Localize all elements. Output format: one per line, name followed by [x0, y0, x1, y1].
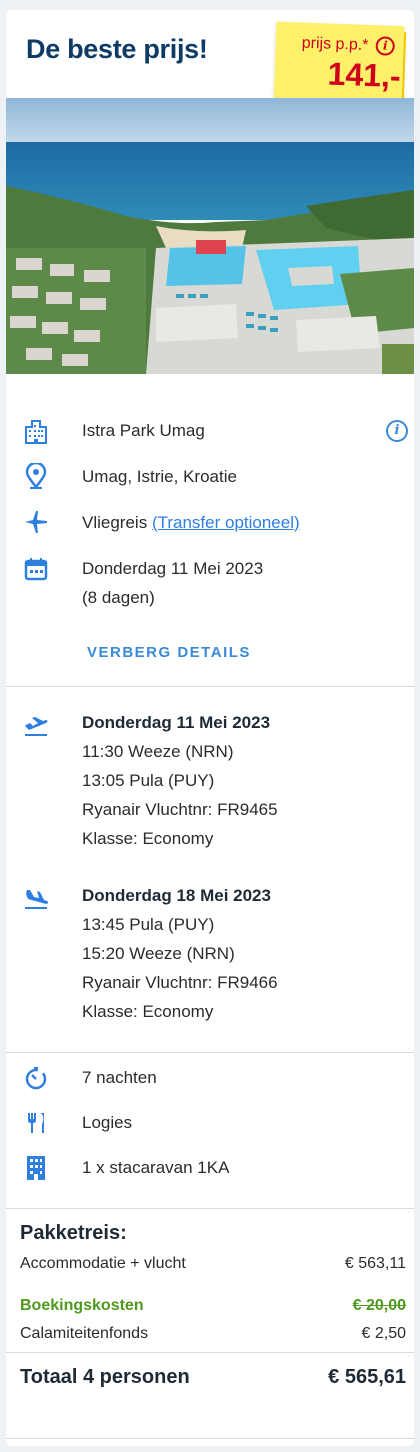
divider [6, 1208, 414, 1209]
booking-costs-label: Boekingskosten [20, 1297, 144, 1314]
accommodation-line: Accommodatie + vlucht € 563,11 [20, 1255, 406, 1273]
outbound-class: Klasse: Economy [82, 829, 214, 848]
package-title: Pakketreis: [20, 1222, 127, 1244]
arrival-icon [22, 885, 50, 913]
hotel-photo [6, 98, 414, 374]
outbound-departure: 11:30 Weeze (NRN) [82, 742, 234, 761]
transfer-optional-link[interactable]: (Transfer optioneel) [152, 513, 300, 532]
total-label: Totaal 4 personen [20, 1366, 190, 1388]
outbound-date: Donderdag 11 Mei 2023 [82, 713, 271, 732]
return-departure: 13:45 Pula (PUY) [82, 915, 215, 934]
room-building-icon [22, 1154, 50, 1182]
toggle-details-button[interactable]: VERBERG DETAILS [87, 644, 251, 661]
return-flight-number: Ryanair Vluchtnr: FR9466 [82, 973, 278, 992]
outbound-arrival: 13:05 Pula (PUY) [82, 771, 215, 790]
total-line: Totaal 4 personen € 565,61 [20, 1366, 406, 1389]
hotel-info-icon[interactable]: i [386, 420, 408, 442]
booking-costs-value: € 20,00 [352, 1297, 406, 1314]
price-value: 141,- [327, 55, 402, 95]
calamity-fund-value: € 2,50 [361, 1325, 406, 1342]
departure-icon [22, 712, 50, 740]
return-arrival: 15:20 Weeze (NRN) [82, 944, 235, 963]
fork-knife-icon [22, 1109, 50, 1137]
location-text: Umag, Istrie, Kroatie [82, 467, 237, 486]
calendar-icon [22, 555, 50, 583]
accommodation-label: Accommodatie + vlucht [20, 1255, 186, 1272]
divider [6, 1352, 414, 1353]
card-header: De beste prijs! prijs p.p.* i 141,- [6, 10, 414, 111]
accommodation-value: € 563,11 [344, 1255, 406, 1272]
room-text: 1 x stacaravan 1KA [82, 1158, 230, 1177]
board-text: Logies [82, 1113, 133, 1132]
travel-duration: (8 dagen) [82, 588, 155, 607]
calamity-fund-line: Calamiteitenfonds € 2,50 [20, 1325, 406, 1343]
divider [6, 1052, 414, 1053]
price-label: prijs p.p.* [301, 34, 369, 54]
divider [6, 1438, 414, 1439]
total-value: € 565,61 [328, 1366, 406, 1388]
divider [6, 686, 414, 687]
price-info-icon[interactable]: i [375, 36, 396, 56]
airplane-icon [22, 508, 50, 536]
hotel-name: Istra Park Umag [82, 421, 205, 440]
location-pin-icon [22, 462, 50, 490]
price-card: De beste prijs! prijs p.p.* i 141,- Istr… [6, 10, 414, 1446]
card-title: De beste prijs! [26, 34, 208, 64]
return-date: Donderdag 18 Mei 2023 [82, 886, 271, 905]
travel-date: Donderdag 11 Mei 2023 [82, 559, 264, 578]
travel-type: Vliegreis (Transfer optioneel) [82, 508, 300, 537]
price-sticker: prijs p.p.* i 141,- [273, 21, 408, 111]
hotel-building-icon [22, 417, 50, 445]
calamity-fund-label: Calamiteitenfonds [20, 1325, 149, 1342]
timer-icon [22, 1064, 50, 1092]
return-class: Klasse: Economy [82, 1002, 214, 1021]
booking-costs-line: Boekingskosten € 20,00 [20, 1297, 406, 1315]
nights-text: 7 nachten [82, 1068, 157, 1087]
outbound-flight-number: Ryanair Vluchtnr: FR9465 [82, 800, 278, 819]
travel-type-text: Vliegreis [82, 513, 148, 532]
